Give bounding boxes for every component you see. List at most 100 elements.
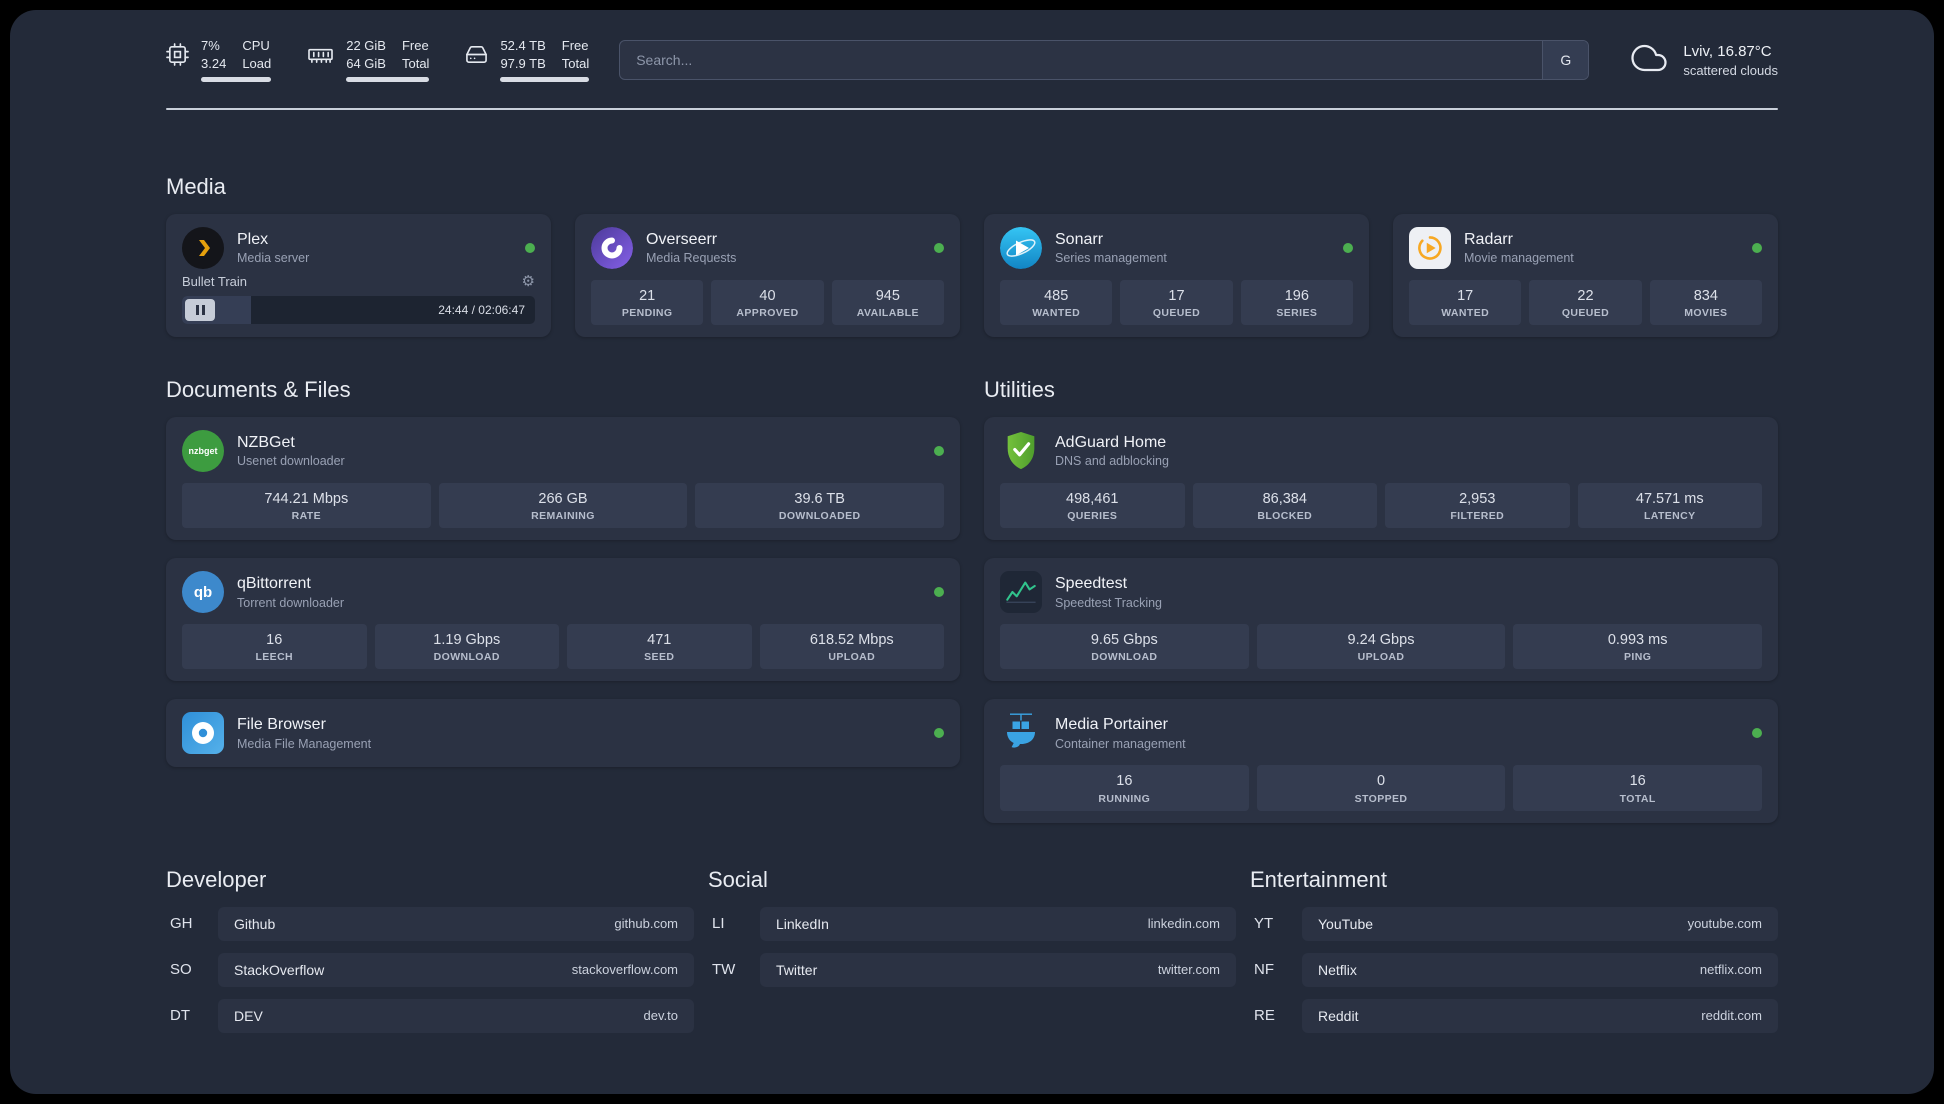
search-bar[interactable]: G — [619, 40, 1590, 80]
pause-button[interactable] — [185, 299, 215, 321]
stat-label: LATENCY — [1643, 510, 1696, 523]
stat-tile: 0.993 ms PING — [1513, 624, 1762, 670]
stat-label: QUEUED — [1561, 307, 1610, 320]
app-card-plex[interactable]: Plex Media server Bullet Train ⚙ 24:44 /… — [166, 214, 551, 338]
cloud-icon — [1627, 40, 1671, 81]
section-documents-utilities: Documents & Files nzbget NZBGet Usenet d… — [166, 377, 1778, 823]
app-card-qbittorrent[interactable]: qb qBittorrent Torrent downloader 16 LEE… — [166, 558, 960, 682]
ram-usage-bar — [346, 77, 430, 83]
stat-value: 744.21 Mbps — [264, 491, 349, 508]
link-row-dev[interactable]: DT DEV dev.to — [166, 998, 694, 1033]
app-card-overseerr[interactable]: Overseerr Media Requests 21 PENDING 40 A… — [575, 214, 960, 338]
dashboard-content: 7% 3.24 CPU Load 22 GiB 64 GiB Free Tota… — [10, 10, 1934, 1094]
link-row-reddit[interactable]: RE Reddit reddit.com — [1250, 998, 1778, 1033]
stat-label: RUNNING — [1098, 792, 1151, 805]
stat-value: 498,461 — [1066, 491, 1119, 508]
stat-value: 40 — [759, 288, 776, 304]
link-name: YouTube — [1318, 915, 1374, 932]
stat-tile: 196 SERIES — [1240, 280, 1353, 326]
stat-tile: 17 WANTED — [1409, 280, 1522, 326]
plex-icon — [182, 227, 224, 269]
stat-label: STOPPED — [1354, 792, 1408, 805]
link-row-github[interactable]: GH Github github.com — [166, 906, 694, 941]
app-subtitle-radarr: Movie management — [1464, 251, 1574, 266]
stat-value: 196 — [1284, 288, 1309, 304]
section-title-developer: Developer — [166, 866, 267, 892]
plex-now-playing: Bullet Train ⚙ 24:44 / 02:06:47 — [182, 274, 535, 324]
link-row-netflix[interactable]: NF Netflix netflix.com — [1250, 952, 1778, 987]
stat-value: 0.993 ms — [1607, 632, 1668, 649]
stat-value: 17 — [1168, 288, 1185, 304]
link-row-youtube[interactable]: YT YouTube youtube.com — [1250, 906, 1778, 941]
status-dot — [525, 243, 535, 253]
stat-value: 9.24 Gbps — [1347, 632, 1415, 649]
stat-value: 16 — [266, 632, 283, 649]
stat-label: QUERIES — [1067, 510, 1118, 523]
links-column-developer: Developer GH Github github.com SO StackO… — [166, 867, 694, 1033]
ram-total-label: Total — [401, 56, 430, 71]
link-row-twitter[interactable]: TW Twitter twitter.com — [708, 952, 1236, 987]
stat-label: DOWNLOADED — [778, 510, 861, 523]
adguard-icon — [1000, 430, 1042, 472]
link-url: stackoverflow.com — [571, 962, 678, 977]
app-card-speedtest[interactable]: Speedtest Speedtest Tracking 9.65 Gbps D… — [984, 558, 1778, 682]
cpu-usage-bar — [201, 77, 272, 83]
stat-label: TOTAL — [1619, 792, 1656, 805]
app-card-filebrowser[interactable]: File Browser Media File Management — [166, 699, 960, 768]
stats-row: 16 RUNNING 0 STOPPED 16 TOTAL — [1000, 765, 1762, 811]
weather-condition: scattered clouds — [1683, 62, 1778, 78]
stat-tile: 485 WANTED — [1000, 280, 1113, 326]
app-card-portainer[interactable]: Media Portainer Container management 16 … — [984, 699, 1778, 823]
link-name: LinkedIn — [776, 915, 829, 932]
ram-metric-body: 22 GiB 64 GiB Free Total — [346, 38, 430, 83]
app-subtitle-filebrowser: Media File Management — [237, 736, 372, 751]
app-subtitle-nzbget: Usenet downloader — [237, 454, 345, 469]
ram-icon — [307, 43, 334, 71]
search-engine-button[interactable]: G — [1542, 41, 1589, 79]
app-card-adguard[interactable]: AdGuard Home DNS and adblocking 498,461 … — [984, 417, 1778, 541]
link-row-linkedin[interactable]: LI LinkedIn linkedin.com — [708, 906, 1236, 941]
link-row-stackoverflow[interactable]: SO StackOverflow stackoverflow.com — [166, 952, 694, 987]
speedtest-icon — [1000, 571, 1042, 614]
stat-value: 16 — [1116, 773, 1133, 790]
disk-metric: 52.4 TB 97.9 TB Free Total — [465, 37, 590, 83]
cpu-load-value: 3.24 — [201, 56, 227, 71]
stat-label: REMAINING — [531, 510, 595, 523]
status-dot — [1343, 243, 1353, 253]
stat-label: RATE — [291, 510, 322, 523]
stat-label: PENDING — [621, 307, 673, 320]
disk-free-value: 52.4 TB — [500, 37, 546, 53]
app-card-sonarr[interactable]: Sonarr Series management 485 WANTED 17 Q… — [984, 214, 1369, 338]
system-metrics: 7% 3.24 CPU Load 22 GiB 64 GiB Free Tota… — [166, 37, 590, 83]
link-name: Reddit — [1318, 1007, 1359, 1024]
links-column-social: Social LI LinkedIn linkedin.com TW Twitt… — [708, 867, 1236, 1033]
playback-time: 24:44 / 02:06:47 — [438, 303, 525, 317]
app-subtitle-speedtest: Speedtest Tracking — [1055, 595, 1163, 610]
gear-icon[interactable]: ⚙ — [522, 274, 535, 289]
stat-value: 0 — [1376, 773, 1386, 790]
app-subtitle-overseerr: Media Requests — [646, 251, 737, 266]
link-abbr: NF — [1254, 961, 1274, 978]
search-input[interactable] — [620, 41, 1543, 79]
cpu-load-label: Load — [242, 56, 272, 71]
playback-progress-bar[interactable]: 24:44 / 02:06:47 — [182, 296, 535, 324]
stat-tile: 86,384 BLOCKED — [1192, 483, 1377, 529]
section-title-social: Social — [708, 866, 768, 892]
app-card-radarr[interactable]: Radarr Movie management 17 WANTED 22 QUE… — [1393, 214, 1778, 338]
sonarr-icon — [1000, 227, 1042, 269]
stat-tile: 40 APPROVED — [711, 280, 824, 326]
now-playing-title: Bullet Train — [182, 274, 248, 289]
radarr-icon — [1409, 227, 1451, 269]
stats-row: 17 WANTED 22 QUEUED 834 MOVIES — [1409, 280, 1762, 326]
app-name-sonarr: Sonarr — [1055, 230, 1104, 248]
stat-label: SEED — [644, 651, 675, 664]
section-title-entertainment: Entertainment — [1250, 866, 1387, 892]
app-card-nzbget[interactable]: nzbget NZBGet Usenet downloader 744.21 M… — [166, 417, 960, 541]
link-url: github.com — [614, 916, 678, 931]
column-utilities: Utilities AdGuard Home DNS and adblockin… — [984, 377, 1778, 823]
stat-tile: 618.52 Mbps UPLOAD — [759, 624, 944, 670]
stat-tile: 266 GB REMAINING — [438, 483, 688, 529]
link-url: youtube.com — [1687, 916, 1762, 931]
stat-tile: 22 QUEUED — [1529, 280, 1642, 326]
app-name-plex: Plex — [237, 230, 269, 248]
